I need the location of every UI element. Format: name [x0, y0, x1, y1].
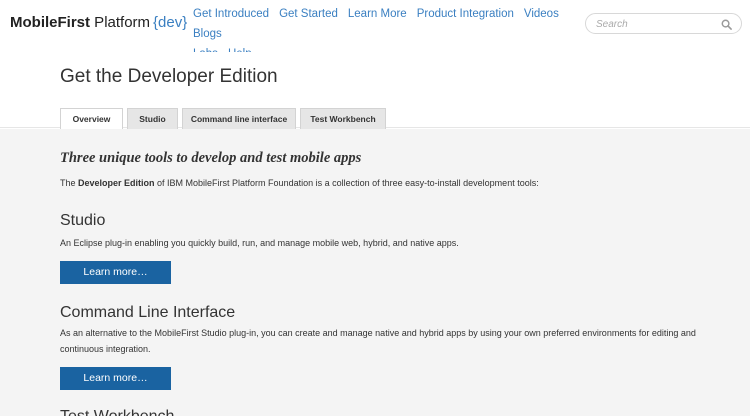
intro-text: The Developer Edition of IBM MobileFirst…: [60, 178, 539, 188]
cli-title: Command Line Interface: [60, 304, 236, 321]
tab-studio[interactable]: Studio: [127, 108, 178, 129]
logo-dev: {dev}: [153, 14, 188, 31]
nav-get-introduced[interactable]: Get Introduced: [193, 4, 269, 24]
search-input[interactable]: [596, 16, 714, 32]
tab-command-line-interface[interactable]: Command line interface: [182, 108, 296, 129]
test-workbench-title: Test Workbench: [60, 408, 174, 416]
intro-bold: Developer Edition: [78, 178, 155, 188]
nav-learn-more[interactable]: Learn More: [348, 4, 407, 24]
tab-overview[interactable]: Overview: [60, 108, 123, 130]
site-header: MobileFirst Platform {dev} Get Introduced…: [0, 0, 750, 60]
nav-product-integration[interactable]: Product Integration: [417, 4, 514, 24]
studio-title: Studio: [60, 212, 106, 229]
tab-test-workbench[interactable]: Test Workbench: [300, 108, 386, 129]
tab-content: Three unique tools to develop and test m…: [0, 129, 750, 416]
page-title: Get the Developer Edition: [60, 66, 278, 87]
studio-description: An Eclipse plug-in enabling you quickly …: [60, 238, 459, 248]
cli-description: As an alternative to the MobileFirst Stu…: [60, 328, 696, 354]
nav-videos[interactable]: Videos: [524, 4, 559, 24]
site-logo[interactable]: MobileFirst Platform {dev}: [10, 14, 187, 31]
search-icon[interactable]: [721, 19, 732, 30]
search-box: [585, 13, 742, 34]
cli-learn-more-button[interactable]: Learn more…: [60, 367, 171, 390]
logo-platform: Platform: [90, 14, 151, 31]
nav-blogs[interactable]: Blogs: [193, 24, 222, 44]
intro-heading: Three unique tools to develop and test m…: [60, 150, 362, 166]
logo-brand: MobileFirst: [10, 14, 91, 31]
nav-get-started[interactable]: Get Started: [279, 4, 338, 24]
studio-learn-more-button[interactable]: Learn more…: [60, 261, 171, 284]
